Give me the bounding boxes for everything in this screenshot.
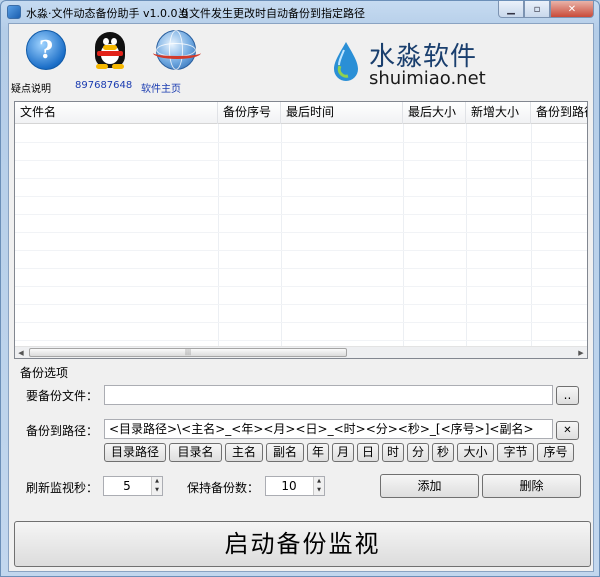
add-button[interactable]: 添加 [380, 474, 479, 498]
token-ext-name-button[interactable]: 副名 [266, 443, 304, 462]
backup-path-input[interactable]: <目录路径>\<主名>_<年><月><日>_<时><分><秒>_[<序号>]<副… [104, 419, 553, 439]
homepage-label: 软件主页 [141, 84, 181, 95]
close-icon: ✕ [567, 3, 577, 15]
maximize-icon: ▫ [533, 3, 541, 15]
logo-domain-text: shuimiao.net [369, 68, 486, 89]
token-second-button[interactable]: 秒 [432, 443, 454, 462]
backup-path-label: 备份到路径： [26, 424, 99, 438]
qq-link[interactable]: 897687648 [75, 30, 145, 91]
brand-logo: 水淼软件 shuimiao.net [329, 36, 509, 89]
window-title: 水淼·文件动态备份助手 v1.0.0.0 [26, 7, 188, 20]
scroll-right-icon[interactable]: ▶ [575, 347, 587, 359]
delete-button[interactable]: 删除 [482, 474, 581, 498]
qq-penguin-icon [90, 30, 130, 70]
token-index-button[interactable]: 序号 [537, 443, 574, 462]
col-backup-path[interactable]: 备份到路径 [531, 102, 587, 124]
keep-count-label: 保持备份数： [187, 481, 260, 495]
app-window: 水淼·文件动态备份助手 v1.0.0.0 当文件发生更改时自动备份到指定路径 ▁… [0, 0, 600, 577]
clear-path-button[interactable]: ✕ [556, 421, 579, 440]
file-to-backup-input[interactable] [104, 385, 553, 405]
col-added-size[interactable]: 新增大小 [466, 102, 531, 124]
minimize-button[interactable]: ▁ [498, 1, 524, 18]
scroll-left-icon[interactable]: ◀ [15, 347, 27, 359]
file-list-body[interactable] [15, 124, 587, 346]
title-bar: 水淼·文件动态备份助手 v1.0.0.0 当文件发生更改时自动备份到指定路径 ▁… [1, 1, 599, 23]
col-backup-index[interactable]: 备份序号 [218, 102, 281, 124]
browse-button[interactable]: .. [556, 386, 579, 405]
file-to-backup-label: 要备份文件： [26, 389, 99, 403]
app-icon [7, 5, 21, 19]
close-button[interactable]: ✕ [550, 1, 594, 18]
file-list[interactable]: 文件名 备份序号 最后时间 最后大小 新增大小 备份到路径 [14, 101, 588, 359]
col-last-time[interactable]: 最后时间 [281, 102, 403, 124]
token-hour-button[interactable]: 时 [382, 443, 404, 462]
qq-number-label: 897687648 [75, 80, 133, 91]
token-dir-path-button[interactable]: 目录路径 [104, 443, 166, 462]
token-bytes-button[interactable]: 字节 [497, 443, 534, 462]
keep-count-value[interactable]: 10 [281, 479, 296, 493]
token-dir-name-button[interactable]: 目录名 [169, 443, 222, 462]
water-drop-icon [334, 42, 358, 81]
token-year-button[interactable]: 年 [307, 443, 329, 462]
refresh-seconds-value[interactable]: 5 [123, 479, 131, 493]
globe-icon [153, 30, 201, 70]
homepage-link[interactable]: 软件主页 [141, 30, 211, 95]
help-label: 疑点说明 [11, 84, 51, 95]
help-link[interactable]: ? 疑点说明 [11, 30, 81, 95]
token-size-button[interactable]: 大小 [457, 443, 494, 462]
spin-down-icon[interactable]: ▼ [314, 486, 324, 495]
spin-down-icon[interactable]: ▼ [152, 486, 162, 495]
token-minute-button[interactable]: 分 [407, 443, 429, 462]
clear-icon: ✕ [563, 425, 572, 436]
maximize-button[interactable]: ▫ [524, 1, 550, 18]
window-subtitle: 当文件发生更改时自动备份到指定路径 [178, 7, 365, 20]
col-filename[interactable]: 文件名 [15, 102, 218, 124]
client-area: ? 疑点说明 897687648 软件主页 水淼软件 shuimiao.net … [8, 23, 594, 572]
spin-up-icon[interactable]: ▲ [152, 477, 162, 486]
spin-up-icon[interactable]: ▲ [314, 477, 324, 486]
start-monitor-button[interactable]: 启动备份监视 [14, 521, 591, 567]
token-day-button[interactable]: 日 [357, 443, 379, 462]
backup-options-label: 备份选项 [20, 366, 69, 380]
horizontal-scrollbar[interactable]: ◀ ||| ▶ [15, 346, 587, 358]
scrollbar-thumb[interactable]: ||| [29, 348, 347, 357]
minimize-icon: ▁ [507, 3, 515, 15]
refresh-seconds-label: 刷新监视秒： [26, 481, 99, 495]
help-icon: ? [26, 30, 66, 70]
col-last-size[interactable]: 最后大小 [403, 102, 466, 124]
file-list-header: 文件名 备份序号 最后时间 最后大小 新增大小 备份到路径 [15, 102, 587, 124]
token-month-button[interactable]: 月 [332, 443, 354, 462]
refresh-seconds-stepper[interactable]: 5 ▲ ▼ [103, 476, 163, 496]
token-main-name-button[interactable]: 主名 [225, 443, 263, 462]
keep-count-stepper[interactable]: 10 ▲ ▼ [265, 476, 325, 496]
